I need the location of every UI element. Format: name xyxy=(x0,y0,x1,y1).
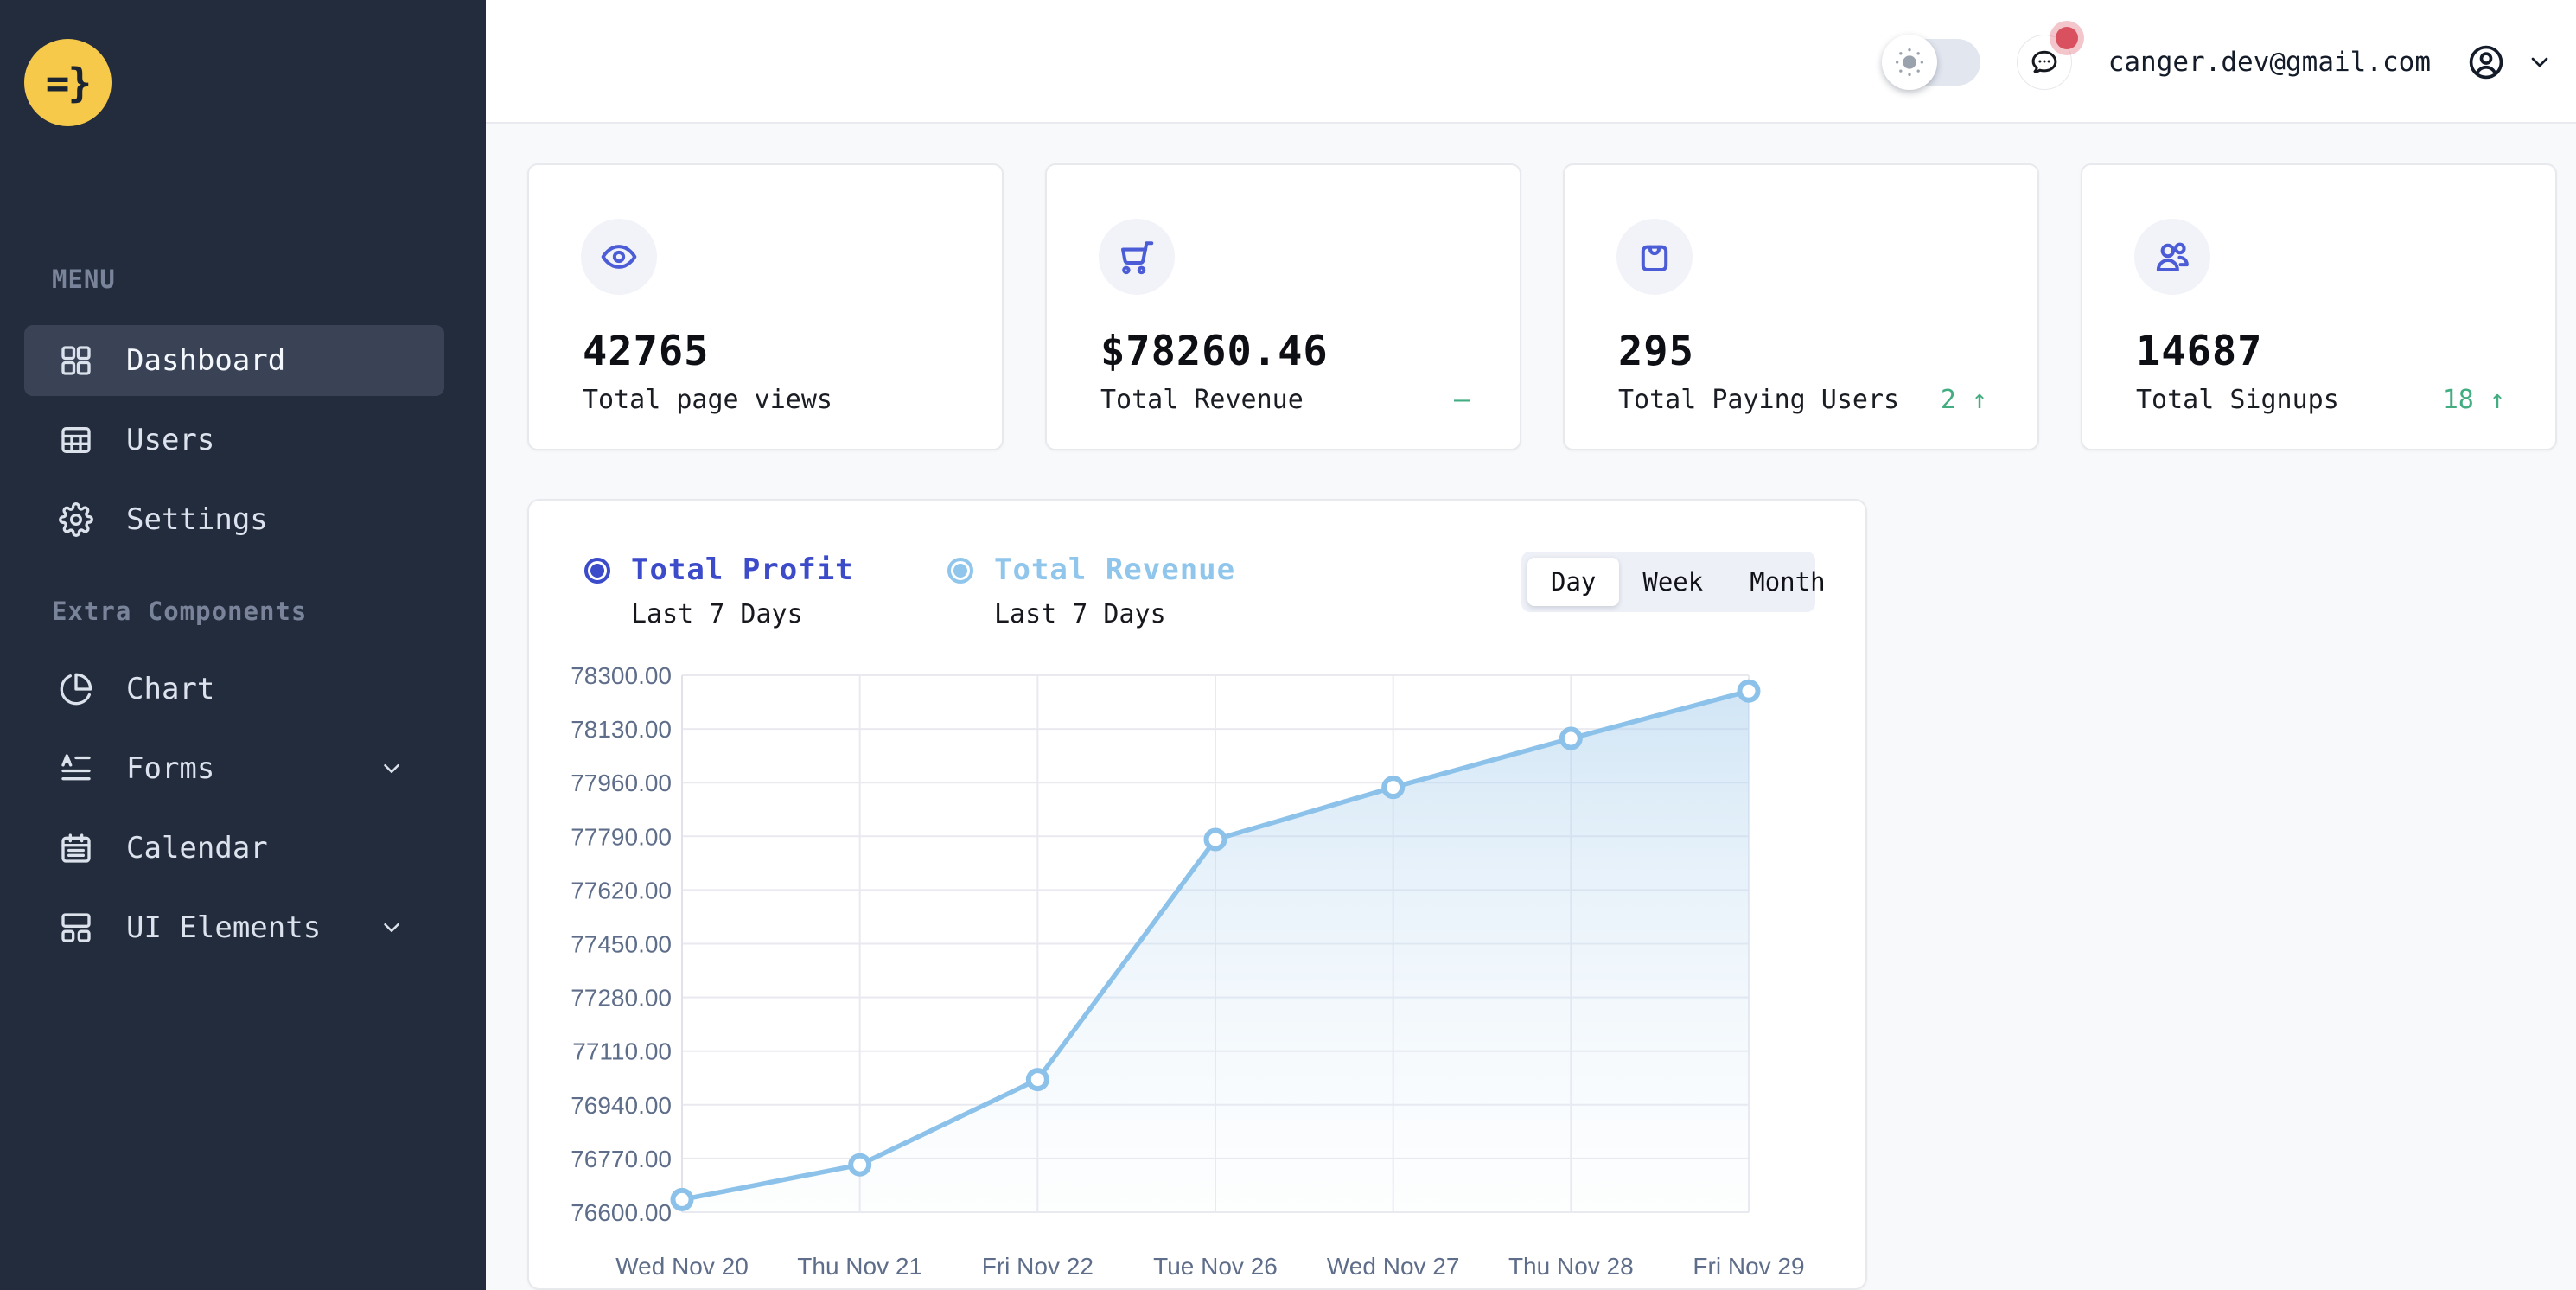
pie-chart-icon xyxy=(59,672,93,706)
sidebar-item-dashboard[interactable]: Dashboard xyxy=(24,325,444,396)
stat-card-paying-users: 295 Total Paying Users 2 ↑ xyxy=(1563,163,2039,450)
range-day-button[interactable]: Day xyxy=(1527,558,1619,606)
stat-value: 14687 xyxy=(2136,328,2262,375)
sidebar-item-label: Chart xyxy=(126,672,214,706)
theme-toggle-knob xyxy=(1882,35,1937,90)
svg-text:76940.00: 76940.00 xyxy=(571,1092,672,1119)
theme-toggle[interactable] xyxy=(1884,39,1980,86)
legend-subtitle: Last 7 Days xyxy=(631,599,854,629)
app-logo[interactable]: =} xyxy=(24,39,112,126)
range-month-button[interactable]: Month xyxy=(1726,558,1848,606)
stat-label: Total Signups xyxy=(2136,385,2339,415)
user-menu[interactable] xyxy=(2467,43,2554,81)
svg-text:77960.00: 77960.00 xyxy=(571,770,672,796)
chevron-down-icon xyxy=(379,915,405,941)
stats-row: 42765 Total page views $78260.46 Total R… xyxy=(527,163,2557,450)
stat-delta: 2 ↑ xyxy=(1941,385,1987,415)
svg-text:Wed Nov 20: Wed Nov 20 xyxy=(615,1253,749,1280)
legend-title: Total Profit xyxy=(631,552,854,587)
stat-card-signups: 14687 Total Signups 18 ↑ xyxy=(2081,163,2557,450)
stat-value: 295 xyxy=(1618,328,1694,375)
chat-bubble-icon xyxy=(2029,47,2060,78)
sidebar-item-label: Dashboard xyxy=(126,343,285,378)
svg-text:Thu Nov 21: Thu Nov 21 xyxy=(797,1253,922,1280)
form-icon xyxy=(59,751,93,786)
legend-total-profit[interactable]: Total Profit Last 7 Days xyxy=(584,552,854,629)
svg-text:77620.00: 77620.00 xyxy=(571,877,672,904)
svg-text:78300.00: 78300.00 xyxy=(571,662,672,689)
sidebar-item-label: Settings xyxy=(126,502,268,537)
radio-selected-icon[interactable] xyxy=(947,558,973,584)
user-circle-icon xyxy=(2467,43,2505,81)
chevron-down-icon xyxy=(2526,48,2554,76)
calendar-icon xyxy=(59,831,93,865)
sun-icon xyxy=(1892,45,1927,80)
sidebar-item-settings[interactable]: Settings xyxy=(24,484,444,555)
stat-label: Total Paying Users xyxy=(1618,385,1899,415)
sidebar-item-calendar[interactable]: Calendar xyxy=(24,813,444,884)
stat-delta: 18 ↑ xyxy=(2443,385,2505,415)
stat-label: Total page views xyxy=(583,385,832,415)
stat-value: 42765 xyxy=(583,328,709,375)
app-logo-text: =} xyxy=(46,60,90,106)
table-icon xyxy=(59,423,93,457)
sidebar-item-label: Calendar xyxy=(126,831,268,865)
legend-title: Total Revenue xyxy=(994,552,1235,587)
notification-badge xyxy=(2056,27,2078,49)
sidebar: =} MENU Dashboard Users Settings Extra C… xyxy=(0,0,486,1290)
svg-text:Wed Nov 27: Wed Nov 27 xyxy=(1327,1253,1460,1280)
gear-icon xyxy=(59,502,93,537)
range-switch: Day Week Month xyxy=(1521,552,1815,612)
svg-text:77790.00: 77790.00 xyxy=(571,823,672,850)
svg-text:76770.00: 76770.00 xyxy=(571,1146,672,1172)
stat-label: Total Revenue xyxy=(1100,385,1304,415)
shopping-bag-icon xyxy=(1616,219,1693,295)
sidebar-item-ui-elements[interactable]: UI Elements xyxy=(24,892,444,963)
sidebar-item-forms[interactable]: Forms xyxy=(24,733,444,804)
svg-text:78130.00: 78130.00 xyxy=(571,716,672,743)
stat-card-revenue: $78260.46 Total Revenue – xyxy=(1045,163,1521,450)
svg-text:Thu Nov 28: Thu Nov 28 xyxy=(1508,1253,1634,1280)
users-icon xyxy=(2134,219,2210,295)
svg-text:77110.00: 77110.00 xyxy=(572,1038,672,1065)
svg-text:Tue Nov 26: Tue Nov 26 xyxy=(1153,1253,1278,1280)
grid-icon xyxy=(59,343,93,378)
sidebar-section-menu: MENU xyxy=(52,265,116,294)
sidebar-item-label: Users xyxy=(126,423,214,457)
stat-delta: – xyxy=(1454,385,1470,415)
legend-subtitle: Last 7 Days xyxy=(994,599,1235,629)
svg-text:76600.00: 76600.00 xyxy=(571,1199,672,1226)
svg-text:Fri Nov 22: Fri Nov 22 xyxy=(982,1253,1094,1280)
shopping-cart-icon xyxy=(1099,219,1175,295)
legend-total-revenue[interactable]: Total Revenue Last 7 Days xyxy=(947,552,1235,629)
eye-icon xyxy=(581,219,657,295)
top-header: canger.dev@gmail.com xyxy=(486,0,2576,124)
stat-value: $78260.46 xyxy=(1100,328,1329,375)
range-week-button[interactable]: Week xyxy=(1619,558,1726,606)
svg-text:77280.00: 77280.00 xyxy=(571,985,672,1012)
sidebar-section-extra: Extra Components xyxy=(52,597,307,626)
sidebar-item-label: Forms xyxy=(126,751,214,786)
sidebar-item-chart[interactable]: Chart xyxy=(24,654,444,725)
sidebar-item-users[interactable]: Users xyxy=(24,405,444,476)
sidebar-item-label: UI Elements xyxy=(126,910,321,945)
svg-text:Fri Nov 29: Fri Nov 29 xyxy=(1693,1253,1804,1280)
radio-selected-icon[interactable] xyxy=(584,558,610,584)
svg-text:77450.00: 77450.00 xyxy=(571,931,672,958)
chat-button[interactable] xyxy=(2017,35,2072,90)
user-email: canger.dev@gmail.com xyxy=(2108,47,2431,78)
chevron-down-icon xyxy=(379,756,405,782)
stat-card-page-views: 42765 Total page views xyxy=(527,163,1004,450)
layout-icon xyxy=(59,910,93,945)
chart-card: 78300.00 78130.00 77960.00 77790.00 77620.00… xyxy=(527,499,1867,1290)
